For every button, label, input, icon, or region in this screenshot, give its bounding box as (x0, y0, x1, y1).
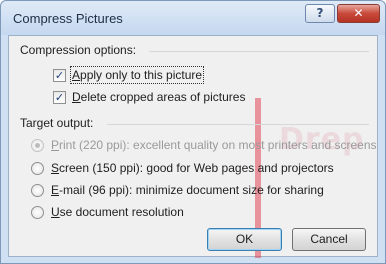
radio-print-text: rint (220 ppi): excellent quality on mos… (59, 138, 377, 152)
radio-screen-row[interactable]: Screen (150 ppi): good for Web pages and… (31, 161, 334, 175)
radio-document-row[interactable]: Use document resolution (31, 205, 184, 219)
radio-print-row[interactable]: Print (220 ppi): excellent quality on mo… (31, 138, 377, 152)
compression-separator (149, 51, 369, 52)
close-button[interactable]: ✕ (337, 4, 380, 23)
apply-only-checkbox-row[interactable]: ✓ Apply only to this picture (53, 66, 205, 84)
apply-only-label: Apply only to this picture (69, 66, 205, 84)
delete-cropped-label-text: elete cropped areas of pictures (80, 90, 246, 104)
radio-print-label: Print (220 ppi): excellent quality on mo… (51, 138, 377, 152)
radio-email[interactable] (31, 183, 44, 197)
title-bar[interactable]: Compress Pictures ? ✕ (1, 1, 385, 35)
radio-screen[interactable] (31, 161, 44, 175)
ok-button[interactable]: OK (207, 228, 282, 251)
radio-document-text: se document resolution (59, 205, 184, 219)
delete-cropped-mnemonic: D (72, 90, 81, 104)
radio-screen-label: Screen (150 ppi): good for Web pages and… (51, 161, 334, 175)
compress-pictures-dialog: Compress Pictures ? ✕ Drep Compression o… (0, 0, 386, 264)
radio-print-mnemonic: P (51, 138, 60, 152)
radio-email-mnemonic: E (51, 183, 60, 197)
delete-cropped-label: Delete cropped areas of pictures (72, 90, 245, 104)
close-icon: ✕ (353, 6, 364, 20)
delete-cropped-checkbox[interactable]: ✓ (53, 90, 66, 104)
help-button[interactable]: ? (305, 4, 335, 23)
radio-document-label: Use document resolution (51, 205, 184, 219)
radio-screen-mnemonic: S (51, 161, 60, 175)
apply-only-checkbox[interactable]: ✓ (53, 68, 66, 82)
radio-document[interactable] (31, 205, 44, 219)
radio-email-text: -mail (96 ppi): minimize document size f… (59, 183, 324, 197)
radio-document-mnemonic: U (51, 205, 60, 219)
target-separator (107, 124, 369, 125)
target-output-label: Target output: (20, 116, 94, 130)
radio-email-label: E-mail (96 ppi): minimize document size … (51, 183, 324, 197)
dialog-body: Drep Compression options: ✓ Apply only t… (8, 35, 378, 258)
delete-cropped-checkbox-row[interactable]: ✓ Delete cropped areas of pictures (53, 90, 245, 104)
radio-email-row[interactable]: E-mail (96 ppi): minimize document size … (31, 183, 324, 197)
radio-screen-text: creen (150 ppi): good for Web pages and … (59, 161, 334, 175)
compression-options-label: Compression options: (20, 43, 137, 57)
cancel-button[interactable]: Cancel (292, 228, 366, 251)
radio-print[interactable] (31, 138, 44, 152)
apply-only-mnemonic: A (72, 68, 81, 82)
dialog-title: Compress Pictures (13, 11, 123, 26)
apply-only-label-text: pply only to this picture (80, 68, 203, 82)
